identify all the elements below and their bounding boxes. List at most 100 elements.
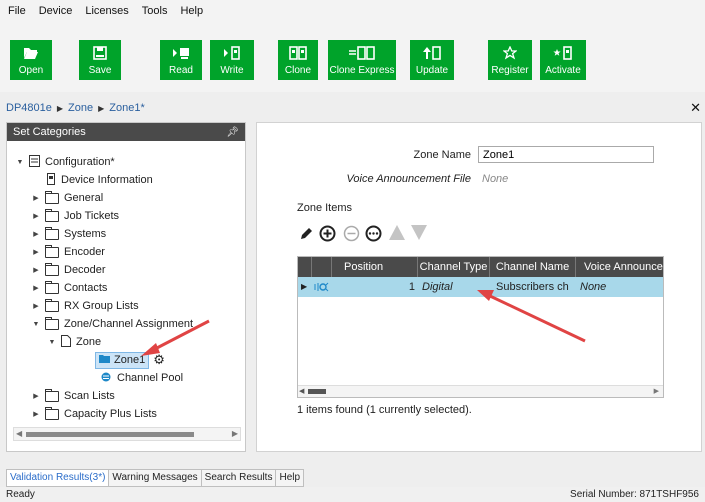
pin-icon[interactable]: 📌︎ [226, 127, 239, 138]
save-icon [93, 44, 107, 62]
activate-button[interactable]: Activate [540, 40, 586, 80]
tree-item-channel-pool[interactable]: Channel Pool [101, 369, 183, 387]
move-down-icon[interactable] [410, 224, 428, 244]
collapsed-arrow-icon[interactable]: ▶ [31, 410, 41, 418]
write-button[interactable]: Write [210, 40, 254, 80]
activate-label: Activate [545, 65, 581, 76]
collapsed-arrow-icon[interactable]: ▶ [31, 284, 41, 292]
column-voice-announcement[interactable]: Voice Announcem [576, 257, 663, 277]
menu-help[interactable]: Help [180, 5, 203, 17]
voice-announcement-label: Voice Announcement File [346, 173, 471, 185]
folder-icon [45, 298, 59, 312]
tree-item-encoder[interactable]: ▶ Encoder [31, 243, 105, 261]
move-up-icon[interactable] [388, 224, 406, 244]
tree-item-zone[interactable]: ▼ Zone [47, 333, 101, 351]
breadcrumb-device[interactable]: DP4801e [6, 102, 52, 114]
read-device-icon [172, 44, 190, 62]
menu-device[interactable]: Device [39, 5, 73, 17]
column-channel-name[interactable]: Channel Name [490, 257, 576, 277]
digital-channel-icon [314, 277, 332, 297]
serial-number: Serial Number: 871TSHF956 [570, 489, 699, 500]
breadcrumb-separator-icon: ▶ [56, 103, 64, 113]
collapsed-arrow-icon[interactable]: ▶ [31, 230, 41, 238]
gear-icon[interactable]: ⚙ [153, 352, 165, 368]
zone-editor-panel: Zone Name Voice Announcement File None Z… [256, 122, 702, 452]
open-label: Open [18, 65, 44, 76]
tree-item-decoder[interactable]: ▶ Decoder [31, 261, 106, 279]
tree-item-capacity-plus-lists[interactable]: ▶ Capacity Plus Lists [31, 405, 157, 423]
cell-channel-type[interactable]: Digital [422, 277, 490, 297]
tree-item-zone1[interactable]: Zone1 ⚙ [95, 351, 165, 369]
cell-position[interactable]: 1 [332, 277, 415, 297]
tree-item-contacts[interactable]: ▶ Contacts [31, 279, 107, 297]
collapsed-arrow-icon[interactable]: ▶ [31, 248, 41, 256]
tree-item-rx-group-lists[interactable]: ▶ RX Group Lists [31, 297, 139, 315]
tree-item-general[interactable]: ▶ General [31, 189, 103, 207]
collapsed-arrow-icon[interactable]: ▶ [31, 212, 41, 220]
edit-pencil-icon[interactable] [299, 227, 313, 244]
breadcrumb-zone1[interactable]: Zone1* [109, 102, 144, 114]
close-icon[interactable]: ✕ [690, 100, 701, 116]
clone-express-button[interactable]: Clone Express [328, 40, 396, 80]
table-row[interactable]: ▶ 1 Digital Subscribers ch None [298, 277, 663, 297]
tree-item-configuration[interactable]: ▼ Configuration* [15, 153, 115, 171]
remove-icon[interactable] [343, 225, 360, 245]
tab-help[interactable]: Help [275, 469, 305, 487]
tree-item-zone-channel-assignment[interactable]: ▼ Zone/Channel Assignment [31, 315, 193, 333]
tree-item-device-information[interactable]: Device Information [47, 171, 153, 189]
collapsed-arrow-icon[interactable]: ▶ [31, 266, 41, 274]
page-icon [61, 334, 71, 350]
scroll-left-icon[interactable]: ◀ [16, 429, 22, 438]
document-icon [29, 154, 40, 170]
collapsed-arrow-icon[interactable]: ▶ [31, 392, 41, 400]
menu-tools[interactable]: Tools [142, 5, 168, 17]
update-button[interactable]: Update [410, 40, 454, 80]
collapsed-arrow-icon[interactable]: ▶ [31, 194, 41, 202]
grid-header: Position Channel Type Channel Name Voice… [298, 257, 663, 277]
zone-name-label: Zone Name [413, 149, 471, 161]
tree-item-systems[interactable]: ▶ Systems [31, 225, 106, 243]
open-button[interactable]: Open [10, 40, 52, 80]
collapsed-arrow-icon[interactable]: ▶ [31, 302, 41, 310]
register-button[interactable]: Register [488, 40, 532, 80]
scrollbar-thumb[interactable] [308, 389, 326, 394]
menu-file[interactable]: File [8, 5, 26, 17]
grid-horizontal-scrollbar[interactable]: ◀ ▶ [298, 385, 663, 397]
read-button[interactable]: Read [160, 40, 202, 80]
set-categories-panel: Set Categories 📌︎ ▼ Configuration* Devic… [6, 122, 246, 452]
save-button[interactable]: Save [79, 40, 121, 80]
expanded-arrow-icon[interactable]: ▼ [15, 159, 25, 166]
tab-warning-messages[interactable]: Warning Messages [108, 469, 201, 487]
expanded-arrow-icon[interactable]: ▼ [47, 339, 57, 346]
expanded-arrow-icon[interactable]: ▼ [31, 321, 41, 328]
clone-label: Clone [284, 65, 312, 76]
menu-bar: File Device Licenses Tools Help [0, 0, 705, 22]
menu-licenses[interactable]: Licenses [85, 5, 128, 17]
zone-name-input[interactable] [478, 146, 654, 163]
tree-horizontal-scrollbar[interactable]: ◀ ▶ [13, 427, 241, 441]
cell-channel-name[interactable]: Subscribers ch [496, 277, 576, 297]
zone1-selected[interactable]: Zone1 [95, 351, 150, 369]
cell-voice-announcement[interactable]: None [580, 277, 663, 297]
tree-item-scan-lists[interactable]: ▶ Scan Lists [31, 387, 115, 405]
column-channel-type[interactable]: Channel Type [418, 257, 490, 277]
channel-pool-icon [101, 372, 111, 385]
scroll-left-icon[interactable]: ◀ [299, 387, 304, 395]
folder-icon [45, 226, 59, 240]
tab-validation-results[interactable]: Validation Results(3*) [6, 469, 109, 487]
folder-icon [45, 388, 59, 402]
scroll-right-icon[interactable]: ▶ [654, 387, 659, 395]
tree-item-job-tickets[interactable]: ▶ Job Tickets [31, 207, 119, 225]
breadcrumb-separator-icon: ▶ [98, 103, 105, 113]
breadcrumb-zone[interactable]: Zone [68, 102, 93, 114]
scrollbar-thumb[interactable] [26, 432, 194, 437]
status-bar: Ready Serial Number: 871TSHF956 [0, 487, 705, 502]
clone-button[interactable]: Clone [278, 40, 318, 80]
zone-folder-icon [99, 354, 110, 366]
column-position[interactable]: Position [332, 257, 418, 277]
tab-search-results[interactable]: Search Results [200, 469, 276, 487]
add-icon[interactable] [319, 225, 336, 245]
scroll-right-icon[interactable]: ▶ [232, 429, 238, 438]
save-label: Save [88, 65, 112, 76]
more-options-icon[interactable] [365, 225, 382, 245]
